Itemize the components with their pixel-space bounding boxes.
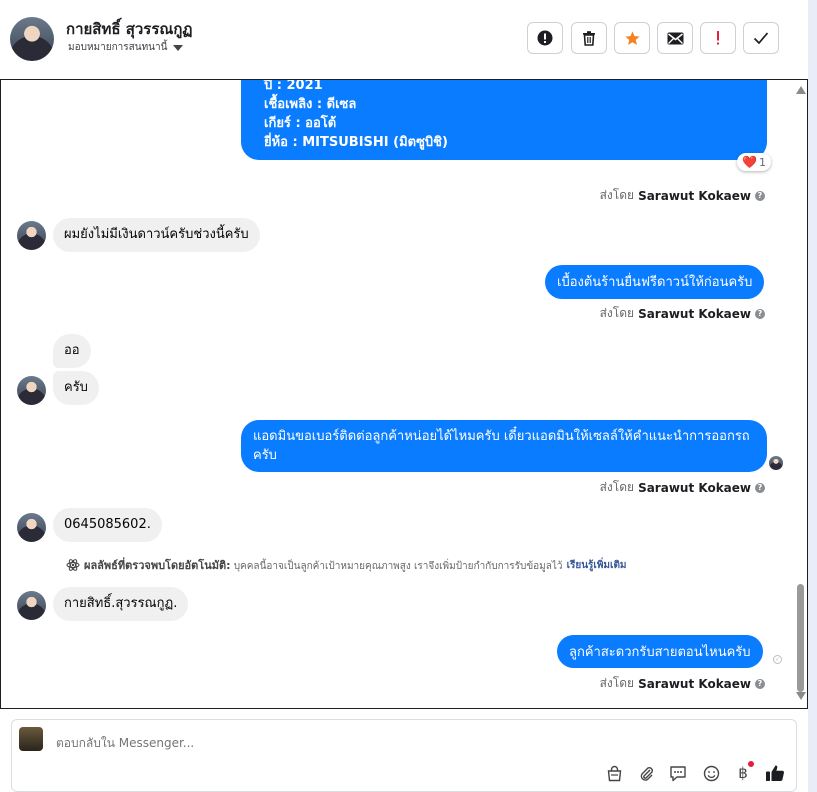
payment-baht-icon[interactable]: ฿ xyxy=(733,761,754,783)
outgoing-message[interactable]: แอดมินขอเบอร์ติดต่อลูกค้าหน่อยได้ไหมครับ… xyxy=(241,420,767,472)
sent-by-label: ส่งโดย Sarawut Kokaew ? xyxy=(600,304,765,323)
chevron-down-icon xyxy=(173,44,184,51)
info-icon[interactable]: ? xyxy=(755,678,765,689)
learn-more-link[interactable]: เรียนรู้เพิ่มเติม xyxy=(567,558,627,573)
scrollbar[interactable] xyxy=(794,80,807,708)
assign-conversation-dropdown[interactable]: มอบหมายการสนทนานี้ xyxy=(68,40,184,55)
outgoing-message[interactable]: เบื้องต้นร้านยื่นฟรีดาวน์ให้ก่อนครับ xyxy=(545,265,765,299)
ai-notice-title: ผลลัพธ์ที่ตรวจพบโดยอัตโนมัติ: xyxy=(84,559,231,572)
scroll-down-arrow-icon[interactable] xyxy=(796,692,806,700)
star-button[interactable] xyxy=(614,22,650,54)
sender-name: Sarawut Kokaew xyxy=(638,480,751,495)
follow-up-button[interactable] xyxy=(700,22,736,54)
sent-by-prefix: ส่งโดย xyxy=(599,480,635,494)
incoming-message[interactable]: 0645085602. xyxy=(53,508,162,542)
sent-by-label: ส่งโดย Sarawut Kokaew ? xyxy=(600,186,765,205)
outgoing-message[interactable]: ลูกค้าสะดวกรับสายตอนไหนครับ xyxy=(557,635,763,668)
star-icon xyxy=(624,30,640,45)
alert-circle-icon xyxy=(537,30,553,46)
reaction-badge[interactable]: ❤️ 1 xyxy=(737,153,771,171)
incoming-message[interactable]: กายสิทธิ์.สุวรรณกูฏ. xyxy=(53,587,189,621)
incoming-message[interactable]: ครับ xyxy=(53,371,99,405)
sent-by-label: ส่งโดย Sarawut Kokaew ? xyxy=(600,674,765,693)
seen-avatar xyxy=(769,456,783,470)
emoji-icon[interactable] xyxy=(701,763,721,783)
delete-button[interactable] xyxy=(571,22,607,54)
contact-avatar[interactable] xyxy=(10,17,54,61)
sent-by-label: ส่งโดย Sarawut Kokaew ? xyxy=(600,478,765,497)
assign-label: มอบหมายการสนทนานี้ xyxy=(68,42,168,53)
spam-button[interactable] xyxy=(527,22,563,54)
trash-icon xyxy=(583,31,595,46)
exclamation-icon xyxy=(717,31,719,45)
mark-done-button[interactable] xyxy=(743,22,779,54)
atom-icon xyxy=(66,559,80,571)
message-thread[interactable]: ปี : 2021 เชื้อเพลิง : ดีเซล เกียร์ : ออ… xyxy=(0,79,808,709)
sent-by-prefix: ส่งโดย xyxy=(599,306,635,320)
contact-avatar-small xyxy=(17,376,46,405)
ai-detection-notice: ผลลัพธ์ที่ตรวจพบโดยอัตโนมัติ: บุคคลนี้อา… xyxy=(66,556,627,574)
conversation-header: กายสิทธิ์ สุวรรณกูฏ มอบหมายการสนทนานี้ xyxy=(0,0,808,80)
right-edge-strip xyxy=(808,0,817,792)
contact-avatar-small xyxy=(17,591,46,620)
envelope-icon xyxy=(667,32,683,44)
info-icon[interactable]: ? xyxy=(755,308,765,319)
car-info-line: ยี่ห้อ : MITSUBISHI (มิตซูบิชิ) xyxy=(264,135,448,150)
car-info-line: ปี : 2021 xyxy=(264,79,323,93)
scroll-up-arrow-icon[interactable] xyxy=(796,86,806,94)
sender-name: Sarawut Kokaew xyxy=(638,676,751,691)
contact-avatar-small xyxy=(17,221,46,250)
incoming-message[interactable]: ออ xyxy=(53,334,91,368)
ai-notice-body: บุคคลนี้อาจเป็นลูกค้าเป้าหมายคุณภาพสูง เ… xyxy=(230,561,563,572)
notification-dot xyxy=(748,761,754,767)
car-info-line: เกียร์ : ออโต้ xyxy=(264,116,337,131)
thumbs-up-icon[interactable] xyxy=(765,763,785,783)
sender-name: Sarawut Kokaew xyxy=(638,306,751,321)
sent-check-icon: ✓ xyxy=(773,655,782,664)
incoming-message[interactable]: ผมยังไม่มีเงินดาวน์ครับช่วงนี้ครับ xyxy=(53,218,260,252)
reply-input[interactable] xyxy=(54,732,758,754)
shop-bag-icon[interactable] xyxy=(604,763,624,783)
check-icon xyxy=(753,32,769,45)
outgoing-message-car-info[interactable]: ปี : 2021 เชื้อเพลิง : ดีเซล เกียร์ : ออ… xyxy=(241,79,767,160)
sender-name: Sarawut Kokaew xyxy=(638,188,751,203)
sent-by-prefix: ส่งโดย xyxy=(599,676,635,690)
saved-replies-icon[interactable] xyxy=(668,763,688,783)
page-avatar xyxy=(19,727,43,751)
info-icon[interactable]: ? xyxy=(755,190,765,201)
mark-unread-button[interactable] xyxy=(657,22,693,54)
paperclip-icon[interactable] xyxy=(636,763,656,783)
heart-icon: ❤️ xyxy=(742,155,757,169)
sent-by-prefix: ส่งโดย xyxy=(599,188,635,202)
car-info-line: เชื้อเพลิง : ดีเซล xyxy=(264,97,357,112)
contact-name[interactable]: กายสิทธิ์ สุวรรณกูฏ xyxy=(66,17,192,41)
info-icon[interactable]: ? xyxy=(755,482,765,493)
contact-avatar-small xyxy=(17,513,46,542)
reaction-count: 1 xyxy=(758,155,766,169)
scrollbar-thumb[interactable] xyxy=(797,584,804,692)
